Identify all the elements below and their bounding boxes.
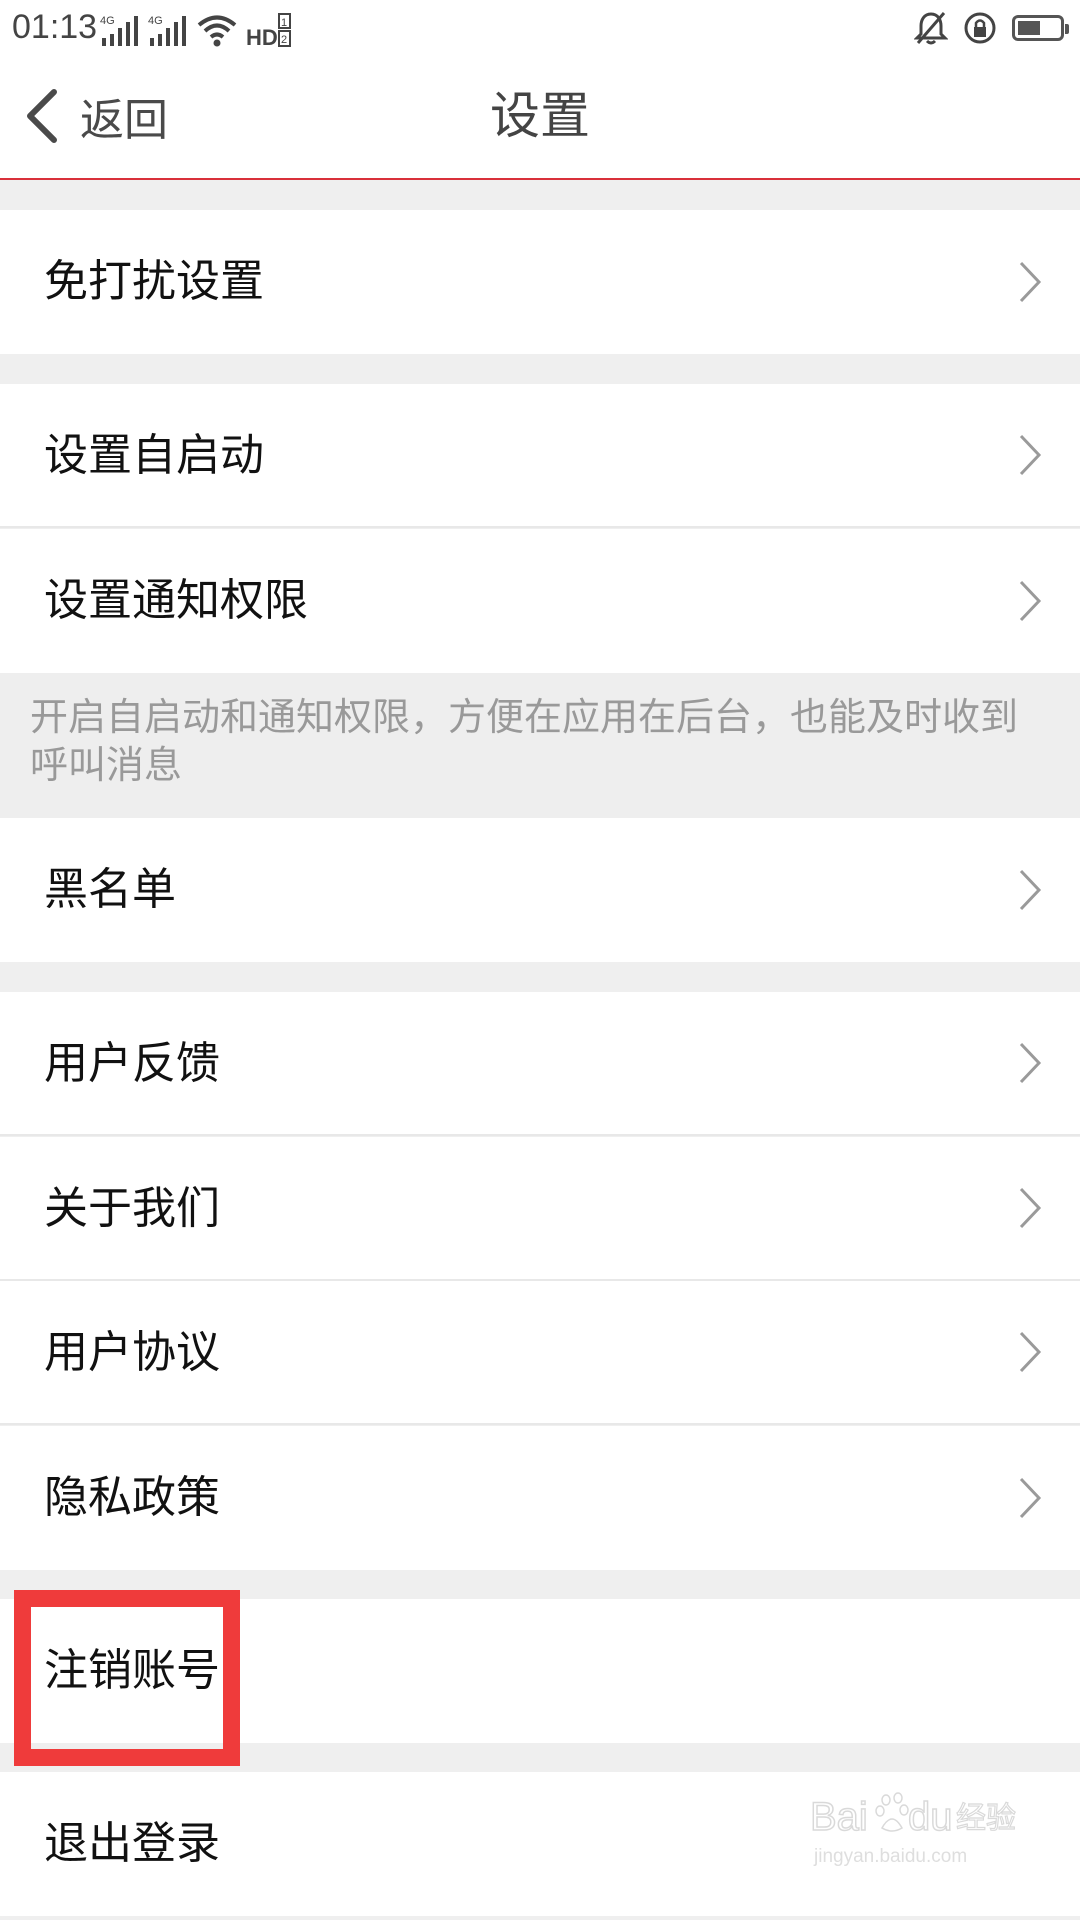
row-label: 设置通知权限 xyxy=(44,575,308,626)
signal-icon: 4G xyxy=(148,15,186,46)
chevron-right-icon xyxy=(1019,580,1042,622)
battery-icon xyxy=(1012,15,1069,41)
row-label: 黑名单 xyxy=(44,864,176,915)
row-label: 关于我们 xyxy=(44,1183,220,1234)
svg-text:经验: 经验 xyxy=(956,1801,1016,1836)
status-network-icons: 4G 4G HD 1 2 xyxy=(100,8,292,48)
svg-text:HD: HD xyxy=(246,25,278,48)
hd-icon: HD 1 2 xyxy=(246,13,291,48)
svg-text:4G: 4G xyxy=(100,15,115,27)
page-title: 设置 xyxy=(490,87,590,145)
svg-text:Bai: Bai xyxy=(810,1795,868,1839)
wifi-icon xyxy=(197,15,237,47)
row-label: 用户协议 xyxy=(44,1327,220,1378)
chevron-right-icon xyxy=(1019,1042,1042,1084)
baidu-watermark-logo: Bai du 经验 jingyan.baidu.com xyxy=(810,1792,1017,1867)
rotation-lock-icon xyxy=(964,12,996,44)
svg-text:jingyan.baidu.com: jingyan.baidu.com xyxy=(813,1846,967,1867)
row-label: 用户反馈 xyxy=(44,1038,220,1089)
setting-row-autostart[interactable]: 设置自启动 xyxy=(0,384,1080,528)
row-label: 免打扰设置 xyxy=(44,256,264,307)
status-system-icons xyxy=(914,8,1069,48)
highlight-annotation-box xyxy=(14,1590,240,1766)
row-label: 退出登录 xyxy=(44,1818,220,1869)
row-label: 设置自启动 xyxy=(44,430,264,481)
svg-text:du: du xyxy=(908,1795,953,1839)
chevron-right-icon xyxy=(1019,1187,1042,1229)
status-bar: 01:13 4G 4G HD 1 2 xyxy=(0,0,1080,56)
row-label: 隐私政策 xyxy=(44,1472,220,1523)
chevron-right-icon xyxy=(1019,1477,1042,1519)
status-time: 01:13 xyxy=(12,8,98,46)
setting-row-user-agreement[interactable]: 用户协议 xyxy=(0,1281,1080,1425)
setting-row-notification-permission[interactable]: 设置通知权限 xyxy=(0,529,1080,673)
svg-text:1: 1 xyxy=(281,17,287,29)
silent-bell-icon xyxy=(914,12,948,45)
setting-row-blacklist[interactable]: 黑名单 xyxy=(0,818,1080,962)
chevron-right-icon xyxy=(1019,1331,1042,1373)
setting-row-feedback[interactable]: 用户反馈 xyxy=(0,992,1080,1136)
setting-row-do-not-disturb[interactable]: 免打扰设置 xyxy=(0,210,1080,354)
hint-block: 开启自启动和通知权限，方便在应用在后台，也能及时收到呼叫消息 xyxy=(0,673,1080,818)
nav-bar: 返回 设置 xyxy=(0,56,1080,180)
svg-text:4G: 4G xyxy=(148,15,163,27)
chevron-right-icon xyxy=(1019,869,1042,911)
chevron-right-icon xyxy=(1019,261,1042,303)
hint-text: 开启自启动和通知权限，方便在应用在后台，也能及时收到呼叫消息 xyxy=(30,695,1019,787)
setting-row-about-us[interactable]: 关于我们 xyxy=(0,1137,1080,1281)
chevron-right-icon xyxy=(1019,434,1042,476)
setting-row-privacy-policy[interactable]: 隐私政策 xyxy=(0,1426,1080,1570)
svg-text:2: 2 xyxy=(281,34,287,46)
signal-icon: 4G xyxy=(100,15,138,46)
